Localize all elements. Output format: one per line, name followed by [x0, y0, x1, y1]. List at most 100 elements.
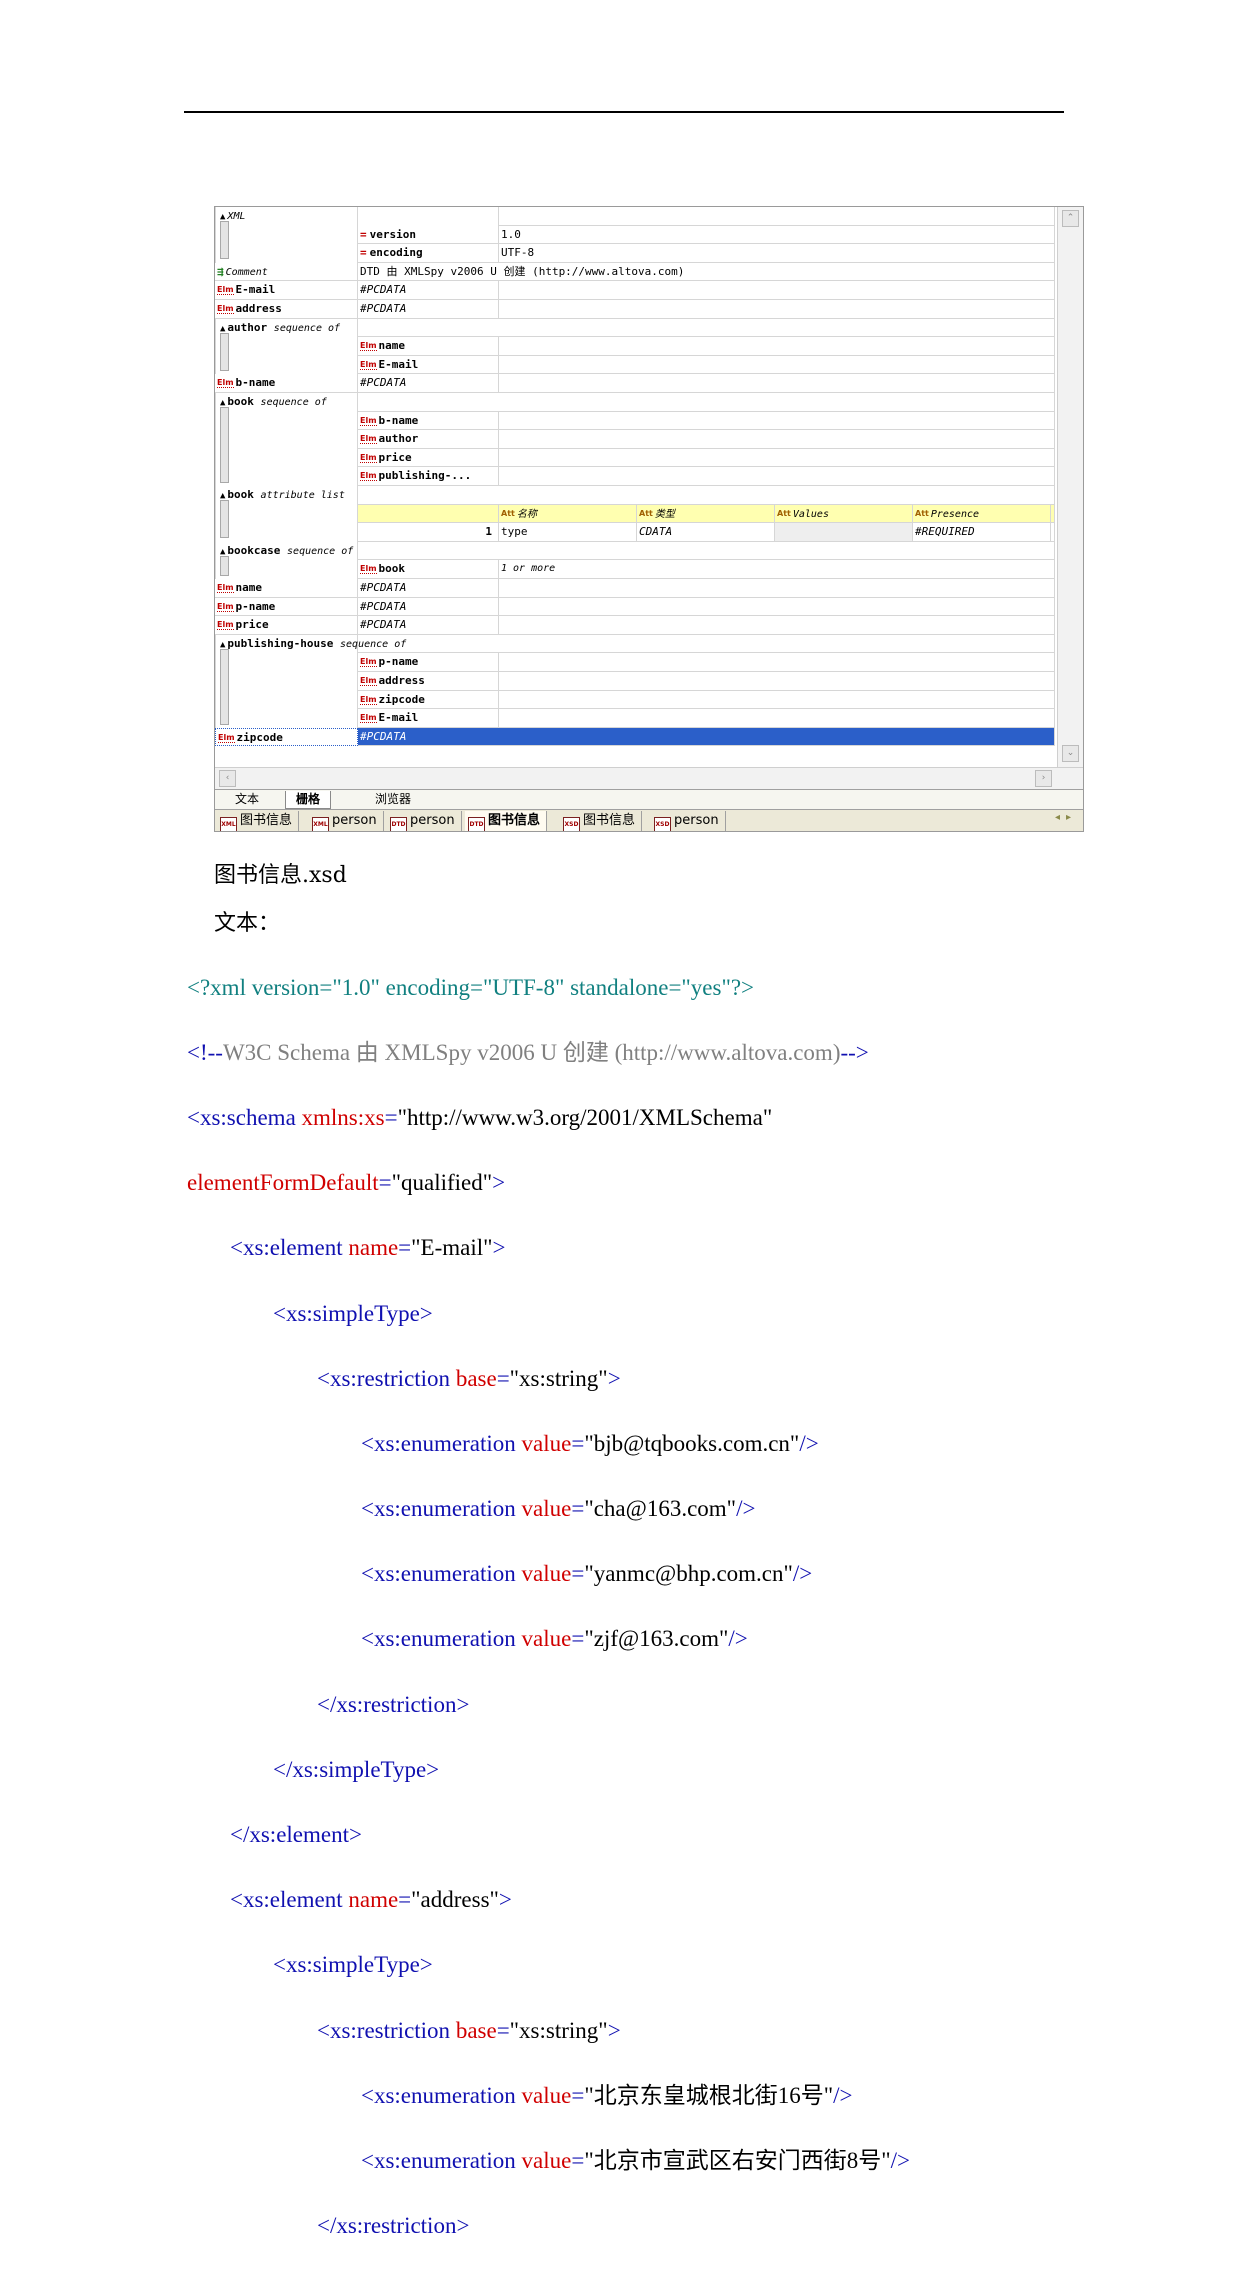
xml-attr-encoding[interactable]: = encoding — [358, 244, 499, 263]
code-line: <!--W3C Schema 由 XMLSpy v2006 U 创建 (http… — [187, 1039, 869, 1065]
code-line: </xs:element> — [230, 1822, 362, 1848]
publishing-child-zipcode[interactable]: Elm zipcode — [215, 690, 1055, 710]
doc-tab-xsd-books[interactable]: XSD 图书信息 — [560, 811, 643, 831]
xml-attr-version-value[interactable]: 1.0 — [499, 225, 1055, 245]
element-row-zipcode-selected[interactable]: Elm zipcode #PCDATA — [215, 727, 1055, 747]
equals-icon: = — [360, 246, 367, 260]
element-icon: Elm — [217, 601, 234, 612]
code-line: <xs:enumeration value="北京东皇城根北街16号"/> — [361, 2082, 853, 2108]
scroll-down-icon[interactable]: ⌄ — [1062, 745, 1079, 762]
code-line: </xs:restriction> — [317, 2213, 470, 2239]
dtd-file-icon: DTD — [390, 817, 407, 831]
doc-tab-dtd-books[interactable]: DTD 图书信息 — [465, 811, 548, 831]
tab-grid-view[interactable]: 栅格 — [285, 791, 332, 809]
element-icon: Elm — [360, 694, 377, 705]
attlist-header-presence: Att Presence — [913, 504, 1051, 524]
element-row-address[interactable]: Elm address #PCDATA — [215, 300, 1055, 319]
xml-file-icon: XML — [220, 817, 237, 831]
xml-attr-encoding-value[interactable]: UTF-8 — [499, 244, 1055, 263]
element-icon: Elm — [217, 620, 234, 631]
xmlspy-grid-window: ▲ XML = version 1.0 = encoding UTF-8 ⇶ Comme… — [214, 206, 1084, 832]
attribute-icon: Att — [915, 508, 929, 518]
header-rule — [184, 111, 1064, 113]
publishing-child-pname[interactable]: Elm p-name — [215, 653, 1055, 672]
attribute-icon: Att — [639, 508, 653, 518]
code-line: <?xml version="1.0" encoding="UTF-8" sta… — [187, 974, 755, 1000]
code-line: <xs:schema xmlns:xs="http://www.w3.org/2… — [187, 1104, 773, 1130]
xml-attr-version[interactable]: = version — [358, 225, 499, 245]
publishing-child-email[interactable]: Elm E-mail — [215, 709, 1055, 728]
element-icon: Elm — [360, 564, 377, 575]
comment-row[interactable]: ⇶ Comment DTD 由 XMLSpy v2006 U 创建 (http:/… — [215, 262, 1055, 282]
code-line: elementFormDefault="qualified"> — [187, 1170, 506, 1196]
element-icon: Elm — [217, 304, 234, 314]
attlist-header-type: Att 类型 — [637, 504, 775, 524]
xsd-code-listing: <?xml version="1.0" encoding="UTF-8" sta… — [187, 939, 910, 2275]
horizontal-scrollbar[interactable]: ‹ › — [215, 767, 1083, 789]
code-line: <xs:enumeration value="bjb@tqbooks.com.c… — [361, 1430, 819, 1456]
tab-nav-arrows-icon[interactable]: ◂▸ — [1055, 812, 1077, 823]
code-line: <xs:element name="E-mail"> — [230, 1235, 506, 1261]
equals-icon: = — [360, 227, 367, 241]
grid-view: ▲ XML = version 1.0 = encoding UTF-8 ⇶ Comme… — [215, 207, 1055, 767]
doc-tab-xml-books[interactable]: XML 图书信息 — [217, 811, 300, 831]
view-tab-bar: 文本 栅格 浏览器 — [215, 789, 1083, 809]
element-icon: Elm — [360, 341, 377, 352]
author-child-name[interactable]: Elm name — [215, 337, 1055, 356]
element-icon: Elm — [360, 713, 377, 724]
code-line: <xs:simpleType> — [273, 1300, 433, 1326]
document-tab-bar: XML 图书信息 XML person DTD person DTD 图书信息 XSD 图… — [215, 809, 1083, 831]
code-line: <xs:element name="address"> — [230, 1887, 512, 1913]
code-line: <xs:restriction base="xs:string"> — [317, 2017, 621, 2043]
author-child-email[interactable]: Elm E-mail — [215, 355, 1055, 375]
scroll-right-icon[interactable]: › — [1035, 770, 1052, 787]
attribute-icon: Att — [777, 508, 791, 518]
element-icon: Elm — [217, 285, 234, 296]
comment-text[interactable]: DTD 由 XMLSpy v2006 U 创建 (http://www.alto… — [358, 262, 1055, 282]
book-child-publishing[interactable]: Elm publishing-... — [215, 467, 1055, 486]
tab-browser-view[interactable]: 浏览器 — [365, 791, 421, 808]
book-child-price[interactable]: Elm price — [215, 448, 1055, 468]
xml-file-icon: XML — [312, 817, 329, 831]
vertical-scrollbar[interactable]: ⌃ ⌄ — [1057, 207, 1083, 767]
xsd-file-icon: XSD — [654, 817, 671, 831]
element-icon: Elm — [360, 471, 377, 482]
doc-tab-xml-person[interactable]: XML person — [309, 811, 384, 831]
element-row-price[interactable]: Elm price #PCDATA — [215, 616, 1055, 635]
element-row-name[interactable]: Elm name #PCDATA — [215, 579, 1055, 598]
attlist-header-values: Att Values — [775, 504, 913, 524]
element-row-email[interactable]: Elm E-mail #PCDATA — [215, 281, 1055, 300]
element-icon: Elm — [217, 378, 234, 389]
dtd-file-icon: DTD — [468, 817, 485, 831]
bookcase-child-book[interactable]: Elm book 1 or more — [215, 560, 1055, 579]
scroll-up-icon[interactable]: ⌃ — [1062, 210, 1079, 227]
scroll-left-icon[interactable]: ‹ — [219, 770, 236, 787]
element-icon: Elm — [360, 434, 377, 445]
tab-text-view[interactable]: 文本 — [225, 791, 269, 808]
element-row-pname[interactable]: Elm p-name #PCDATA — [215, 597, 1055, 617]
element-row-bname[interactable]: Elm b-name #PCDATA — [215, 374, 1055, 393]
book-child-bname[interactable]: Elm b-name — [215, 411, 1055, 431]
element-icon: Elm — [218, 732, 235, 743]
comment-icon: ⇶ — [217, 264, 224, 278]
doc-tab-dtd-person[interactable]: DTD person — [387, 811, 462, 831]
publishing-child-address[interactable]: Elm address — [215, 672, 1055, 691]
attribute-icon: Att — [501, 508, 515, 518]
attlist-data-row[interactable]: 1 type CDATA #REQUIRED — [215, 523, 1055, 542]
element-icon: Elm — [360, 415, 377, 426]
text-label: 文本： — [214, 911, 281, 936]
code-line: <xs:enumeration value="yanmc@bhp.com.cn"… — [361, 1561, 813, 1587]
xsd-file-icon: XSD — [563, 817, 580, 831]
doc-tab-xsd-person[interactable]: XSD person — [651, 811, 726, 831]
figure-caption: 图书信息.xsd — [214, 863, 347, 888]
element-icon: Elm — [360, 676, 377, 686]
code-line: <xs:restriction base="xs:string"> — [317, 1365, 621, 1391]
attlist-header-row: Att 名称 Att 类型 Att Values Att Presence — [215, 504, 1055, 524]
element-icon: Elm — [360, 657, 377, 668]
element-icon: Elm — [360, 452, 377, 463]
code-line: </xs:simpleType> — [273, 1756, 440, 1782]
attlist-header-name: Att 名称 — [499, 504, 637, 524]
book-child-author[interactable]: Elm author — [215, 430, 1055, 449]
code-line: <xs:enumeration value="cha@163.com"/> — [361, 1496, 756, 1522]
element-icon: Elm — [360, 359, 377, 370]
